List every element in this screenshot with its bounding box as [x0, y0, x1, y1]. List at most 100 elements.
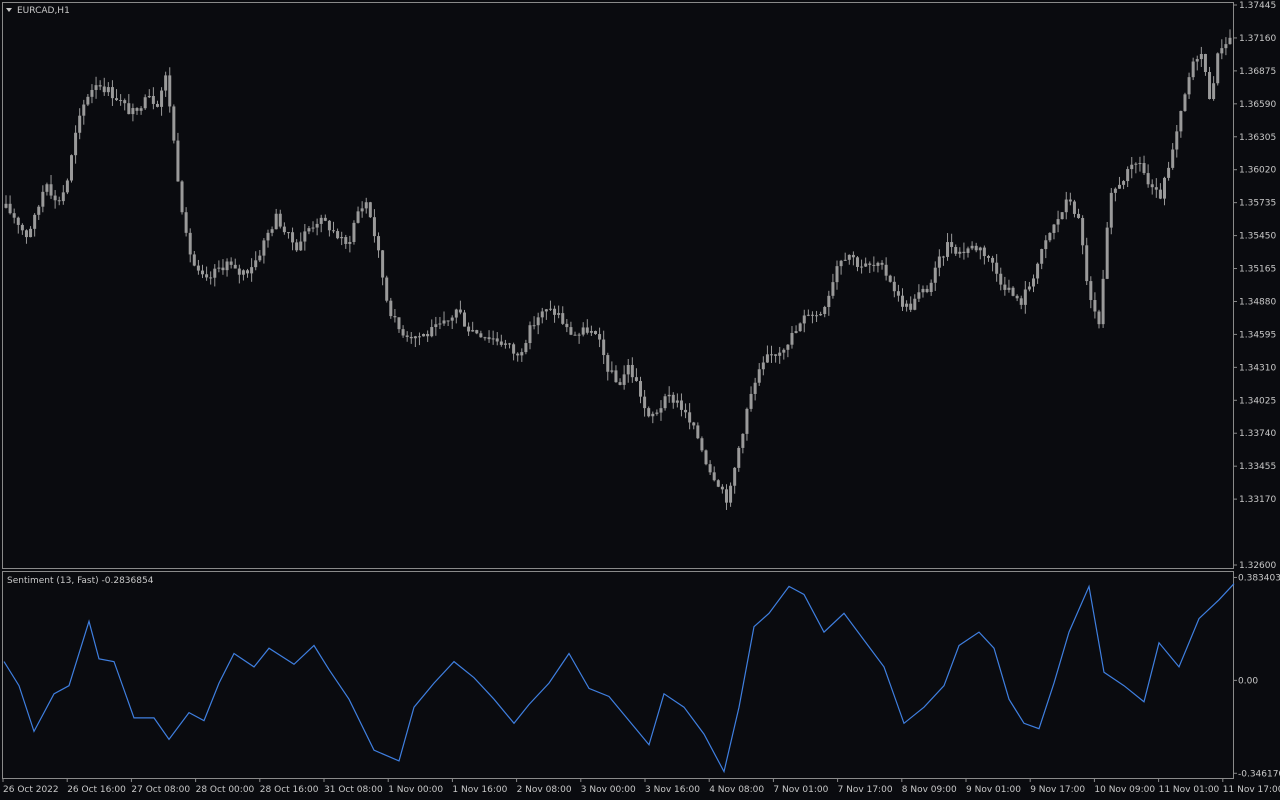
candle-body	[1048, 232, 1052, 241]
candle-body	[630, 364, 634, 378]
candle-body	[798, 323, 802, 332]
candle-body	[16, 217, 20, 225]
candle-body	[372, 217, 376, 237]
time-tick-label: 1 Nov 00:00	[388, 785, 443, 795]
candle-body	[606, 355, 610, 372]
indicator-title: Sentiment (13, Fast) -0.2836854	[7, 576, 154, 586]
time-tick-label: 26 Oct 2022	[3, 785, 59, 795]
candle-body	[86, 96, 90, 105]
candle-body	[123, 100, 127, 104]
candle-body	[663, 396, 667, 409]
candle-body	[1044, 240, 1048, 250]
candle-body	[1150, 184, 1154, 188]
candle-body	[270, 229, 274, 233]
candle-body	[544, 309, 548, 312]
candle-body	[8, 203, 12, 214]
candle-body	[708, 464, 712, 473]
candle-body	[749, 393, 753, 409]
candle-body	[65, 180, 69, 193]
candle-body	[999, 273, 1003, 285]
candle-body	[1052, 224, 1056, 233]
candle-body	[78, 115, 82, 133]
time-tick-label: 3 Nov 16:00	[645, 785, 700, 795]
candle-body	[503, 343, 507, 345]
candle-body	[1220, 48, 1224, 54]
price-tick-label: 1.37445	[1239, 1, 1276, 11]
candle-body	[155, 103, 159, 107]
candle-body	[479, 333, 483, 338]
candle-body	[1117, 184, 1121, 189]
candle-body	[172, 106, 176, 141]
time-tick-label: 1 Nov 16:00	[452, 785, 507, 795]
candle-body	[774, 354, 778, 356]
candle-body	[434, 324, 438, 328]
candle-body	[634, 377, 638, 382]
time-tick-label: 10 Nov 09:00	[1094, 785, 1155, 795]
candle-body	[135, 108, 139, 111]
candle-body	[508, 343, 512, 345]
candle-body	[868, 263, 872, 265]
candle-body	[417, 336, 421, 338]
candle-body	[667, 394, 671, 397]
candle-body	[1056, 219, 1060, 225]
candle-body	[1167, 167, 1171, 178]
candle-body	[643, 396, 647, 409]
time-tick-label: 31 Oct 08:00	[324, 785, 383, 795]
candle-body	[737, 447, 741, 468]
candle-body	[1036, 263, 1040, 279]
candle-body	[651, 413, 655, 417]
candle-body	[790, 332, 794, 345]
candle-body	[610, 370, 614, 372]
candle-body	[98, 85, 102, 87]
candle-body	[348, 241, 352, 244]
candle-body	[982, 247, 986, 257]
candle-body	[393, 316, 397, 318]
candle-body	[1199, 53, 1203, 60]
candle-body	[700, 438, 704, 451]
candle-body	[397, 317, 401, 330]
candle-body	[246, 270, 250, 274]
candle-body	[1011, 287, 1015, 296]
candle-body	[1068, 199, 1072, 202]
candle-body	[4, 203, 8, 208]
candle-body	[1032, 278, 1036, 287]
candle-body	[1019, 298, 1023, 305]
candle-body	[278, 213, 282, 227]
candle-body	[315, 223, 319, 228]
candle-body	[1023, 289, 1027, 305]
price-tick-label: 1.34880	[1239, 297, 1276, 307]
candle-body	[757, 369, 761, 383]
candle-body	[880, 262, 884, 265]
candle-body	[671, 394, 675, 403]
candle-body	[1089, 281, 1093, 301]
candle-body	[381, 250, 385, 278]
candle-body	[180, 181, 184, 213]
candle-body	[1195, 59, 1199, 62]
candle-body	[585, 327, 589, 333]
candle-body	[888, 275, 892, 282]
candle-body	[839, 260, 843, 267]
candle-body	[565, 323, 569, 328]
time-tick-label: 3 Nov 00:00	[581, 785, 636, 795]
candle-body	[823, 307, 827, 315]
candle-body	[45, 184, 49, 192]
time-tick-label: 9 Nov 17:00	[1030, 785, 1085, 795]
candle-body	[462, 312, 466, 327]
candle-body	[974, 245, 978, 251]
candle-body	[901, 295, 905, 307]
candle-body	[884, 264, 888, 276]
candle-body	[729, 485, 733, 503]
candle-body	[33, 214, 37, 229]
time-tick-label: 26 Oct 16:00	[67, 785, 126, 795]
candle-body	[184, 212, 188, 233]
candle-body	[426, 333, 430, 337]
candle-body	[250, 267, 254, 274]
candle-body	[855, 257, 859, 267]
candle-body	[430, 327, 434, 337]
candle-body	[213, 268, 217, 278]
candle-body	[1228, 37, 1232, 45]
chart-root: EURCAD,H1 Sentiment (13, Fast) -0.283685…	[0, 0, 1280, 800]
candle-body	[573, 334, 577, 336]
candle-body	[786, 344, 790, 350]
candle-body	[1216, 53, 1220, 84]
